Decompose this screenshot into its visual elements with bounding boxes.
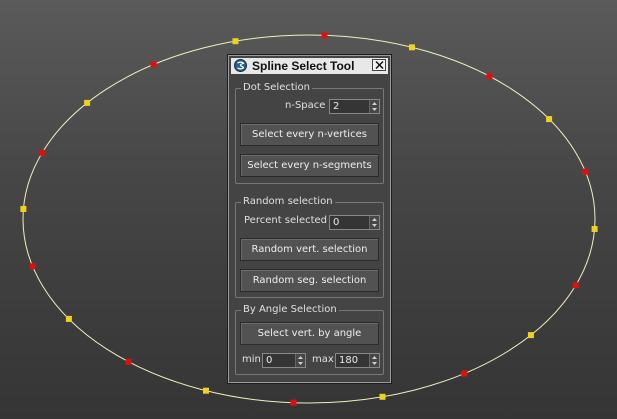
dot-selection-title: Dot Selection	[241, 81, 313, 94]
window-title: Spline Select Tool	[252, 59, 355, 73]
spinner-arrows-icon[interactable]	[295, 354, 305, 367]
spline-vertex-red[interactable]	[572, 282, 579, 289]
select-every-n-segments-button[interactable]: Select every n-segments	[240, 154, 379, 177]
random-selection-title: Random selection	[241, 195, 335, 208]
spline-vertex-red[interactable]	[39, 149, 46, 156]
spline-vertex-yellow[interactable]	[379, 393, 386, 400]
percent-selected-label: Percent selected	[244, 215, 328, 226]
percent-selected-spinner[interactable]: 0	[329, 215, 380, 230]
spline-select-tool-window: Spline Select Tool Dot Selection n-Space…	[228, 55, 391, 383]
spline-vertex-yellow[interactable]	[84, 99, 91, 106]
spinner-arrows-icon[interactable]	[369, 216, 379, 229]
3dsmax-logo-icon	[234, 59, 247, 72]
min-angle-value[interactable]: 0	[266, 354, 272, 367]
close-button[interactable]	[372, 59, 386, 71]
max-angle-spinner[interactable]: 180	[335, 353, 380, 368]
spline-vertex-yellow[interactable]	[546, 116, 553, 123]
spline-vertex-red[interactable]	[582, 168, 589, 175]
percent-selected-value[interactable]: 0	[333, 216, 339, 229]
spinner-arrows-icon[interactable]	[369, 100, 379, 113]
spline-vertex-yellow[interactable]	[203, 387, 209, 394]
spline-vertex-yellow[interactable]	[65, 315, 72, 322]
nspace-value[interactable]: 2	[333, 100, 339, 113]
dot-selection-group: Dot Selection n-Space 2 Select every n-v…	[235, 81, 384, 184]
random-vert-selection-button[interactable]: Random vert. selection	[240, 238, 379, 261]
spline-vertex-yellow[interactable]	[409, 44, 415, 51]
spline-vertex-red[interactable]	[290, 399, 297, 406]
nspace-label: n-Space	[285, 100, 326, 111]
spline-vertex-yellow[interactable]	[232, 38, 239, 45]
by-angle-selection-title: By Angle Selection	[241, 303, 339, 316]
max-label: max	[312, 354, 334, 365]
by-angle-selection-group: By Angle Selection Select vert. by angle…	[235, 303, 384, 375]
random-selection-group: Random selection Percent selected 0 Rand…	[235, 195, 384, 298]
spinner-arrows-icon[interactable]	[369, 354, 379, 367]
spline-vertex-red[interactable]	[321, 32, 328, 39]
min-angle-spinner[interactable]: 0	[262, 353, 306, 368]
spline-vertex-red[interactable]	[29, 263, 36, 270]
random-seg-selection-button[interactable]: Random seg. selection	[240, 269, 379, 292]
spline-vertex-yellow[interactable]	[20, 206, 27, 212]
nspace-spinner[interactable]: 2	[329, 99, 380, 114]
max-angle-value[interactable]: 180	[339, 354, 358, 367]
min-label: min	[242, 354, 261, 365]
select-vert-by-angle-button[interactable]: Select vert. by angle	[240, 322, 379, 345]
spline-vertex-red[interactable]	[486, 73, 493, 80]
spline-vertex-red[interactable]	[125, 358, 132, 365]
select-every-n-vertices-button[interactable]: Select every n-vertices	[240, 123, 379, 146]
spline-vertex-red[interactable]	[461, 370, 468, 377]
spline-vertex-yellow[interactable]	[527, 332, 534, 339]
spline-vertex-red[interactable]	[150, 61, 157, 68]
spline-vertex-yellow[interactable]	[591, 226, 598, 232]
close-x-icon	[375, 61, 384, 69]
window-titlebar[interactable]: Spline Select Tool	[231, 58, 388, 74]
